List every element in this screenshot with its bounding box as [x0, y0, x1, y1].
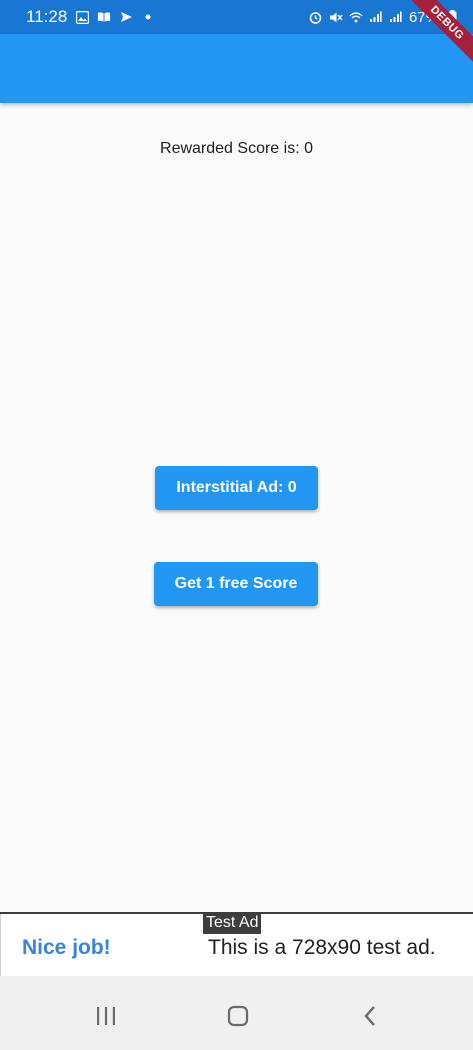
test-ad-label: Test Ad	[203, 912, 262, 934]
wifi-icon	[349, 10, 363, 24]
home-icon	[227, 1005, 249, 1032]
image-icon	[75, 10, 89, 24]
ad-headline[interactable]: Nice job!	[22, 936, 111, 960]
signal-icon	[369, 10, 383, 24]
status-time: 11:28	[26, 7, 68, 26]
send-icon	[119, 10, 133, 24]
ad-banner-border	[0, 914, 1, 976]
navigation-bar	[0, 976, 473, 1050]
interstitial-ad-button[interactable]: Interstitial Ad: 0	[155, 466, 318, 510]
alarm-icon	[309, 10, 323, 24]
recent-apps-icon	[95, 1006, 117, 1031]
app-bar	[0, 34, 473, 103]
ad-body-text[interactable]: This is a 728x90 test ad.	[208, 936, 436, 960]
get-free-score-button[interactable]: Get 1 free Score	[154, 562, 318, 606]
back-icon	[363, 1005, 377, 1032]
status-bar: 11:28 67%	[0, 0, 473, 34]
mute-icon	[329, 10, 343, 24]
recent-apps-button[interactable]	[86, 998, 126, 1038]
back-button[interactable]	[350, 998, 390, 1038]
home-button[interactable]	[218, 998, 258, 1038]
ad-banner[interactable]: Test Ad Nice job! This is a 728x90 test …	[0, 912, 473, 976]
book-icon	[97, 10, 111, 24]
status-left-group: 11:28	[26, 7, 155, 27]
rewarded-score-text: Rewarded Score is: 0	[160, 140, 313, 157]
dot-icon	[141, 10, 155, 24]
signal-icon	[389, 10, 403, 24]
